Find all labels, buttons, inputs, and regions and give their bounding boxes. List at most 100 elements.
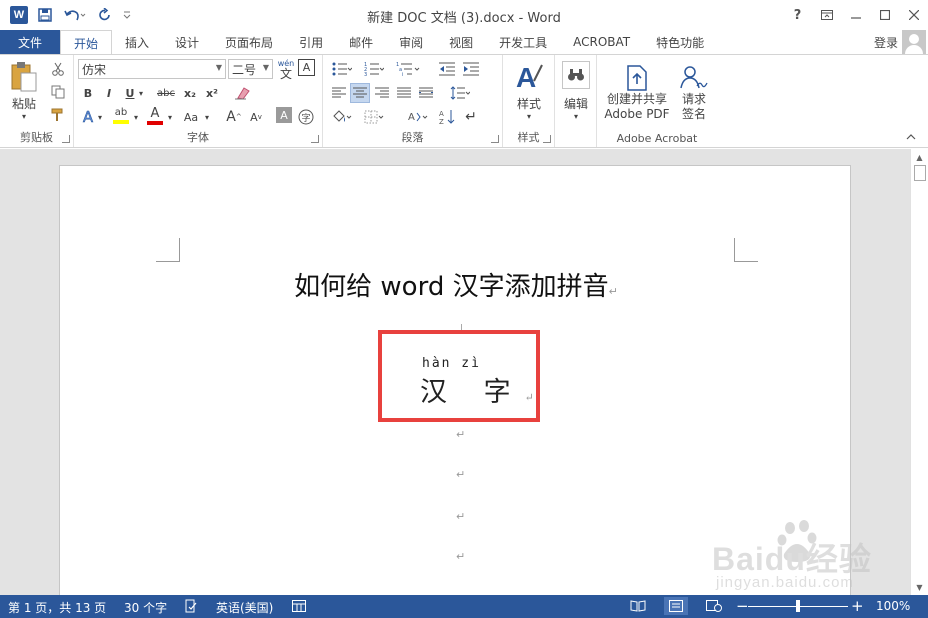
sort-icon[interactable]: AZ (437, 107, 457, 127)
change-case-dropdown-icon[interactable]: ▾ (202, 107, 212, 127)
paste-dropdown-icon: ▾ (21, 112, 26, 121)
font-launcher-icon[interactable] (311, 135, 319, 143)
tab-special-features[interactable]: 特色功能 (643, 30, 717, 54)
align-right-icon[interactable] (372, 83, 392, 103)
font-size-combo[interactable]: 二号 ▼ (228, 59, 273, 79)
styles-button[interactable]: A 样式 ▾ (509, 59, 549, 123)
multilevel-list-icon[interactable]: 1ai (393, 59, 423, 79)
redo-icon[interactable] (92, 3, 118, 27)
italic-button[interactable]: I (99, 83, 119, 103)
pinyin-guide-text[interactable]: hàn zì (422, 356, 481, 371)
highlight-color-button[interactable]: ab (110, 105, 132, 127)
zoom-level-status[interactable]: 100% (876, 599, 910, 613)
close-button[interactable] (899, 0, 928, 30)
top-left-margin-mark (156, 238, 180, 262)
tab-view[interactable]: 视图 (436, 30, 486, 54)
request-signature-button[interactable]: 请求 签名 (675, 59, 713, 125)
read-mode-icon[interactable] (630, 600, 646, 615)
tab-page-layout[interactable]: 页面布局 (212, 30, 286, 54)
bullets-icon[interactable] (329, 59, 355, 79)
tab-file[interactable]: 文件 (0, 30, 60, 54)
superscript-button[interactable]: x² (202, 83, 222, 103)
collapse-ribbon-icon[interactable] (904, 131, 918, 143)
zoom-out-button[interactable]: − (736, 597, 749, 615)
character-border-button[interactable]: A (298, 59, 315, 76)
word-count-status[interactable]: 30 个字 (124, 599, 167, 616)
minimize-button[interactable] (841, 0, 870, 30)
help-button[interactable]: ? (783, 0, 812, 30)
clipboard-launcher-icon[interactable] (62, 135, 70, 143)
show-formatting-marks-icon[interactable]: ↵ (461, 107, 481, 127)
font-group-label: 字体 (187, 131, 209, 144)
paragraph-launcher-icon[interactable] (491, 135, 499, 143)
tab-mailings[interactable]: 邮件 (336, 30, 386, 54)
page-count-status[interactable]: 第 1 页，共 13 页 (8, 599, 106, 616)
hanzi-text[interactable]: 汉 字↵ (420, 370, 534, 409)
cut-icon[interactable] (48, 59, 68, 79)
format-painter-icon[interactable] (48, 105, 68, 125)
create-share-pdf-button[interactable]: 创建并共享 Adobe PDF (601, 59, 673, 125)
phonetic-guide-button[interactable]: wén 文 (275, 57, 297, 81)
macro-record-icon[interactable] (292, 600, 306, 615)
font-color-dropdown-icon[interactable]: ▾ (165, 107, 175, 127)
tab-design[interactable]: 设计 (162, 30, 212, 54)
web-layout-icon[interactable] (706, 600, 722, 615)
strikethrough-button[interactable]: abc (154, 83, 178, 103)
clear-formatting-icon[interactable] (232, 83, 252, 103)
customize-qat-icon[interactable] (118, 3, 136, 27)
user-avatar-icon[interactable] (902, 30, 926, 54)
document-heading[interactable]: 如何给 word 汉字添加拼音↵ (60, 266, 852, 303)
text-effects-dropdown-icon[interactable]: ▾ (95, 107, 105, 127)
character-shading-button[interactable]: A (276, 107, 292, 123)
justify-icon[interactable] (394, 83, 414, 103)
zoom-slider-thumb[interactable] (796, 600, 800, 612)
bold-button[interactable]: B (78, 83, 98, 103)
distributed-icon[interactable] (416, 83, 436, 103)
decrease-indent-icon[interactable] (437, 59, 457, 79)
editing-button[interactable]: 编辑 ▾ (559, 59, 593, 123)
tab-references[interactable]: 引用 (286, 30, 336, 54)
paste-button[interactable]: 粘贴 ▾ (6, 59, 42, 123)
editing-group: 编辑 ▾ (555, 55, 597, 147)
save-icon[interactable] (32, 3, 58, 27)
scroll-down-icon[interactable]: ▼ (911, 579, 928, 595)
word-app-icon[interactable]: W (6, 3, 32, 27)
numbering-icon[interactable]: 123 (361, 59, 387, 79)
tab-home[interactable]: 开始 (60, 30, 113, 55)
shrink-font-button[interactable]: Av (246, 107, 266, 127)
font-color-button[interactable]: A (144, 105, 166, 127)
copy-icon[interactable] (48, 82, 68, 102)
tab-developer[interactable]: 开发工具 (486, 30, 560, 54)
scroll-up-icon[interactable]: ▲ (911, 149, 928, 165)
change-case-button[interactable]: Aa (180, 107, 202, 127)
font-name-combo[interactable]: 仿宋 ▼ (78, 59, 226, 79)
undo-icon[interactable] (58, 3, 92, 27)
print-layout-icon[interactable] (664, 597, 688, 615)
align-center-icon[interactable] (350, 83, 370, 103)
vertical-scrollbar[interactable]: ▲ ▼ (910, 149, 928, 595)
sign-in-link[interactable]: 登录 (874, 34, 898, 51)
chinese-layout-icon[interactable]: A (405, 107, 431, 127)
subscript-button[interactable]: x₂ (180, 83, 200, 103)
scroll-thumb[interactable] (914, 165, 926, 181)
language-status[interactable]: 英语(美国) (216, 599, 273, 616)
borders-icon[interactable] (361, 107, 387, 127)
align-left-icon[interactable] (329, 83, 349, 103)
grow-font-button[interactable]: A ^ (224, 107, 244, 127)
shading-icon[interactable] (329, 107, 355, 127)
increase-indent-icon[interactable] (461, 59, 481, 79)
tab-review[interactable]: 审阅 (386, 30, 436, 54)
underline-dropdown-icon[interactable]: ▾ (136, 83, 146, 103)
zoom-in-button[interactable]: + (851, 597, 864, 615)
line-spacing-icon[interactable] (447, 83, 473, 103)
enclose-characters-icon[interactable]: 字 (296, 107, 316, 127)
proofing-icon[interactable] (184, 599, 198, 616)
styles-launcher-icon[interactable] (543, 135, 551, 143)
document-page[interactable]: 如何给 word 汉字添加拼音↵ hàn zì 汉 字↵ ↵ ↵ ↵ ↵ (59, 165, 851, 595)
tab-insert[interactable]: 插入 (112, 30, 162, 54)
title-bar: W 新建 DOC 文档 (3).docx - Word ? (0, 0, 928, 30)
ribbon-display-options-button[interactable] (812, 0, 841, 30)
tab-acrobat[interactable]: ACROBAT (560, 30, 643, 54)
maximize-button[interactable] (870, 0, 899, 30)
highlight-dropdown-icon[interactable]: ▾ (131, 107, 141, 127)
